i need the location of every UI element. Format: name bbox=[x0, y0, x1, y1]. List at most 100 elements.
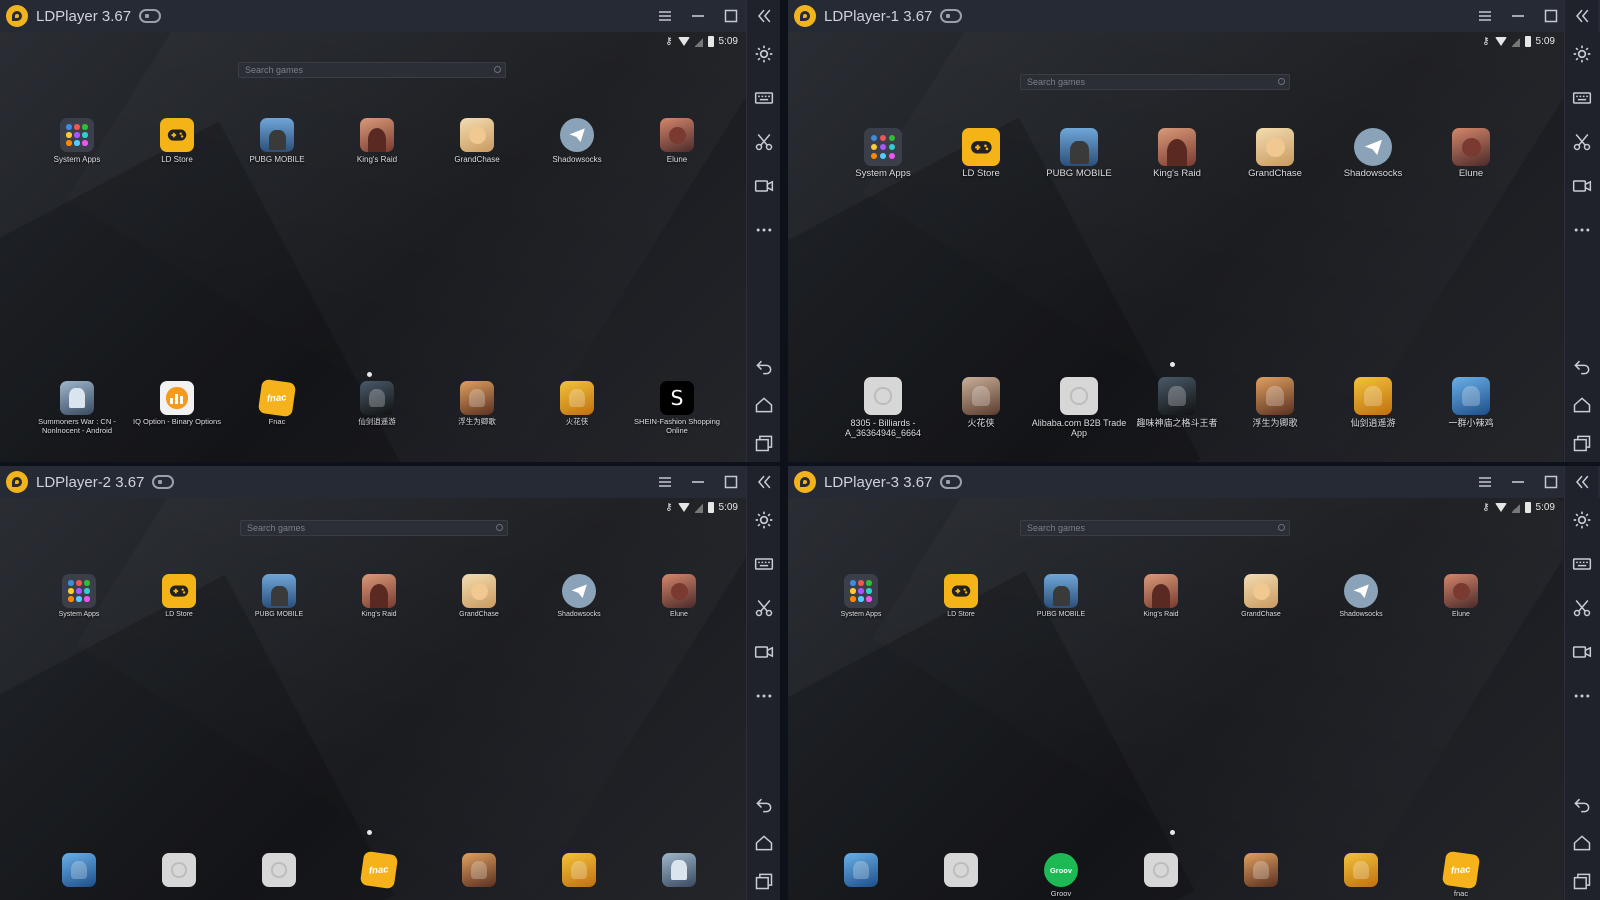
app-shortcut[interactable]: LD Store bbox=[932, 128, 1030, 180]
window-titlebar[interactable]: LDPlayer 3.67 bbox=[0, 0, 780, 32]
dock-app-shortcut[interactable]: 一群小辣鸡 bbox=[1422, 377, 1520, 428]
minimize-button[interactable] bbox=[681, 466, 714, 498]
home-button[interactable] bbox=[747, 824, 781, 862]
dock-app-shortcut[interactable] bbox=[530, 853, 628, 890]
android-screen[interactable]: ⚷ 5:09 Search games System Apps LD Store… bbox=[0, 32, 746, 462]
recent-apps-button[interactable] bbox=[1565, 862, 1599, 900]
dock-app-shortcut[interactable]: Groov Groov bbox=[1012, 853, 1110, 899]
minimize-button[interactable] bbox=[1501, 0, 1534, 32]
keyboard-button[interactable] bbox=[747, 542, 781, 586]
recent-apps-button[interactable] bbox=[747, 424, 781, 462]
menu-button[interactable] bbox=[648, 0, 681, 32]
scissors-button[interactable] bbox=[1565, 586, 1599, 630]
search-games-input[interactable]: Search games bbox=[1020, 520, 1290, 536]
collapse-toolbar-button[interactable] bbox=[1565, 466, 1599, 498]
dock-app-shortcut[interactable]: 火花侠 bbox=[932, 377, 1030, 428]
window-titlebar[interactable]: LDPlayer-2 3.67 bbox=[0, 466, 780, 498]
settings-button[interactable] bbox=[1565, 498, 1599, 542]
app-shortcut[interactable]: PUBG MOBILE bbox=[1030, 128, 1128, 180]
recent-apps-button[interactable] bbox=[747, 862, 781, 900]
window-titlebar[interactable]: LDPlayer-1 3.67 bbox=[788, 0, 1600, 32]
app-shortcut[interactable]: System Apps bbox=[28, 118, 126, 164]
app-shortcut[interactable]: Shadowsocks bbox=[1312, 574, 1410, 619]
dock-app-shortcut[interactable]: Alibaba.com B2B Trade App bbox=[1030, 377, 1128, 439]
dock-app-shortcut[interactable] bbox=[230, 853, 328, 890]
dock-app-shortcut[interactable]: fnac bbox=[330, 850, 428, 890]
home-button[interactable] bbox=[747, 386, 781, 424]
keyboard-button[interactable] bbox=[747, 76, 781, 120]
more-button[interactable] bbox=[747, 674, 781, 718]
scissors-button[interactable] bbox=[747, 586, 781, 630]
dock-app-shortcut[interactable] bbox=[812, 853, 910, 890]
app-shortcut[interactable]: Elune bbox=[628, 118, 726, 164]
scissors-button[interactable] bbox=[747, 120, 781, 164]
menu-button[interactable] bbox=[1468, 466, 1501, 498]
app-shortcut[interactable]: PUBG MOBILE bbox=[228, 118, 326, 164]
gamepad-icon[interactable] bbox=[152, 475, 175, 489]
more-button[interactable] bbox=[1565, 674, 1599, 718]
back-button[interactable] bbox=[747, 786, 781, 824]
dock-app-shortcut[interactable]: 浮生为卿歌 bbox=[1226, 377, 1324, 428]
menu-button[interactable] bbox=[1468, 0, 1501, 32]
keyboard-button[interactable] bbox=[1565, 76, 1599, 120]
android-screen[interactable]: ⚷ 5:09 Search games System Apps LD Store… bbox=[788, 32, 1563, 462]
app-shortcut[interactable]: GrandChase bbox=[430, 574, 528, 619]
app-shortcut[interactable]: Elune bbox=[1412, 574, 1510, 619]
record-video-button[interactable] bbox=[1565, 164, 1599, 208]
record-video-button[interactable] bbox=[747, 630, 781, 674]
gamepad-icon[interactable] bbox=[139, 9, 162, 23]
app-shortcut[interactable]: System Apps bbox=[30, 574, 128, 619]
app-shortcut[interactable]: System Apps bbox=[834, 128, 932, 180]
maximize-button[interactable] bbox=[714, 0, 747, 32]
app-shortcut[interactable]: GrandChase bbox=[428, 118, 526, 164]
app-shortcut[interactable]: Shadowsocks bbox=[1324, 128, 1422, 180]
maximize-button[interactable] bbox=[1534, 466, 1567, 498]
dock-app-shortcut[interactable]: Summoners War : CN - Nonlnocent - Androi… bbox=[28, 381, 126, 435]
maximize-button[interactable] bbox=[714, 466, 747, 498]
dock-app-shortcut[interactable]: IQ Option - Binary Options bbox=[128, 381, 226, 427]
dock-app-shortcut[interactable] bbox=[1312, 853, 1410, 890]
collapse-toolbar-button[interactable] bbox=[747, 466, 781, 498]
app-shortcut[interactable]: PUBG MOBILE bbox=[230, 574, 328, 619]
record-video-button[interactable] bbox=[747, 164, 781, 208]
app-shortcut[interactable]: System Apps bbox=[812, 574, 910, 619]
minimize-button[interactable] bbox=[681, 0, 714, 32]
record-video-button[interactable] bbox=[1565, 630, 1599, 674]
window-titlebar[interactable]: LDPlayer-3 3.67 bbox=[788, 466, 1600, 498]
home-button[interactable] bbox=[1565, 386, 1599, 424]
maximize-button[interactable] bbox=[1534, 0, 1567, 32]
dock-app-shortcut[interactable]: 浮生为卿歌 bbox=[428, 381, 526, 427]
app-shortcut[interactable]: LD Store bbox=[128, 118, 226, 164]
dock-app-shortcut[interactable] bbox=[912, 853, 1010, 890]
collapse-toolbar-button[interactable] bbox=[747, 0, 781, 32]
scissors-button[interactable] bbox=[1565, 120, 1599, 164]
home-button[interactable] bbox=[1565, 824, 1599, 862]
settings-button[interactable] bbox=[747, 498, 781, 542]
search-games-input[interactable]: Search games bbox=[238, 62, 506, 78]
app-shortcut[interactable]: Shadowsocks bbox=[528, 118, 626, 164]
more-button[interactable] bbox=[747, 208, 781, 252]
app-shortcut[interactable]: PUBG MOBILE bbox=[1012, 574, 1110, 619]
app-shortcut[interactable]: King's Raid bbox=[1128, 128, 1226, 180]
dock-app-shortcut[interactable] bbox=[30, 853, 128, 890]
app-shortcut[interactable]: King's Raid bbox=[1112, 574, 1210, 619]
dock-app-shortcut[interactable]: 8305 - Billiards - A_36364946_6664 bbox=[834, 377, 932, 439]
dock-app-shortcut[interactable]: fnac Fnac bbox=[228, 378, 326, 427]
dock-app-shortcut[interactable]: 仙剑逍遥游 bbox=[1324, 377, 1422, 428]
back-button[interactable] bbox=[747, 348, 781, 386]
more-button[interactable] bbox=[1565, 208, 1599, 252]
app-shortcut[interactable]: King's Raid bbox=[330, 574, 428, 619]
gamepad-icon[interactable] bbox=[940, 475, 963, 489]
settings-button[interactable] bbox=[1565, 32, 1599, 76]
dock-app-shortcut[interactable] bbox=[1112, 853, 1210, 890]
search-games-input[interactable]: Search games bbox=[240, 520, 508, 536]
android-screen[interactable]: ⚷ 5:09 Search games System Apps LD Store… bbox=[788, 498, 1563, 900]
app-shortcut[interactable]: LD Store bbox=[912, 574, 1010, 619]
dock-app-shortcut[interactable]: 火花侠 bbox=[528, 381, 626, 427]
app-shortcut[interactable]: Elune bbox=[1422, 128, 1520, 180]
app-shortcut[interactable]: GrandChase bbox=[1226, 128, 1324, 180]
collapse-toolbar-button[interactable] bbox=[1565, 0, 1599, 32]
app-shortcut[interactable]: Elune bbox=[630, 574, 728, 619]
app-shortcut[interactable]: GrandChase bbox=[1212, 574, 1310, 619]
minimize-button[interactable] bbox=[1501, 466, 1534, 498]
